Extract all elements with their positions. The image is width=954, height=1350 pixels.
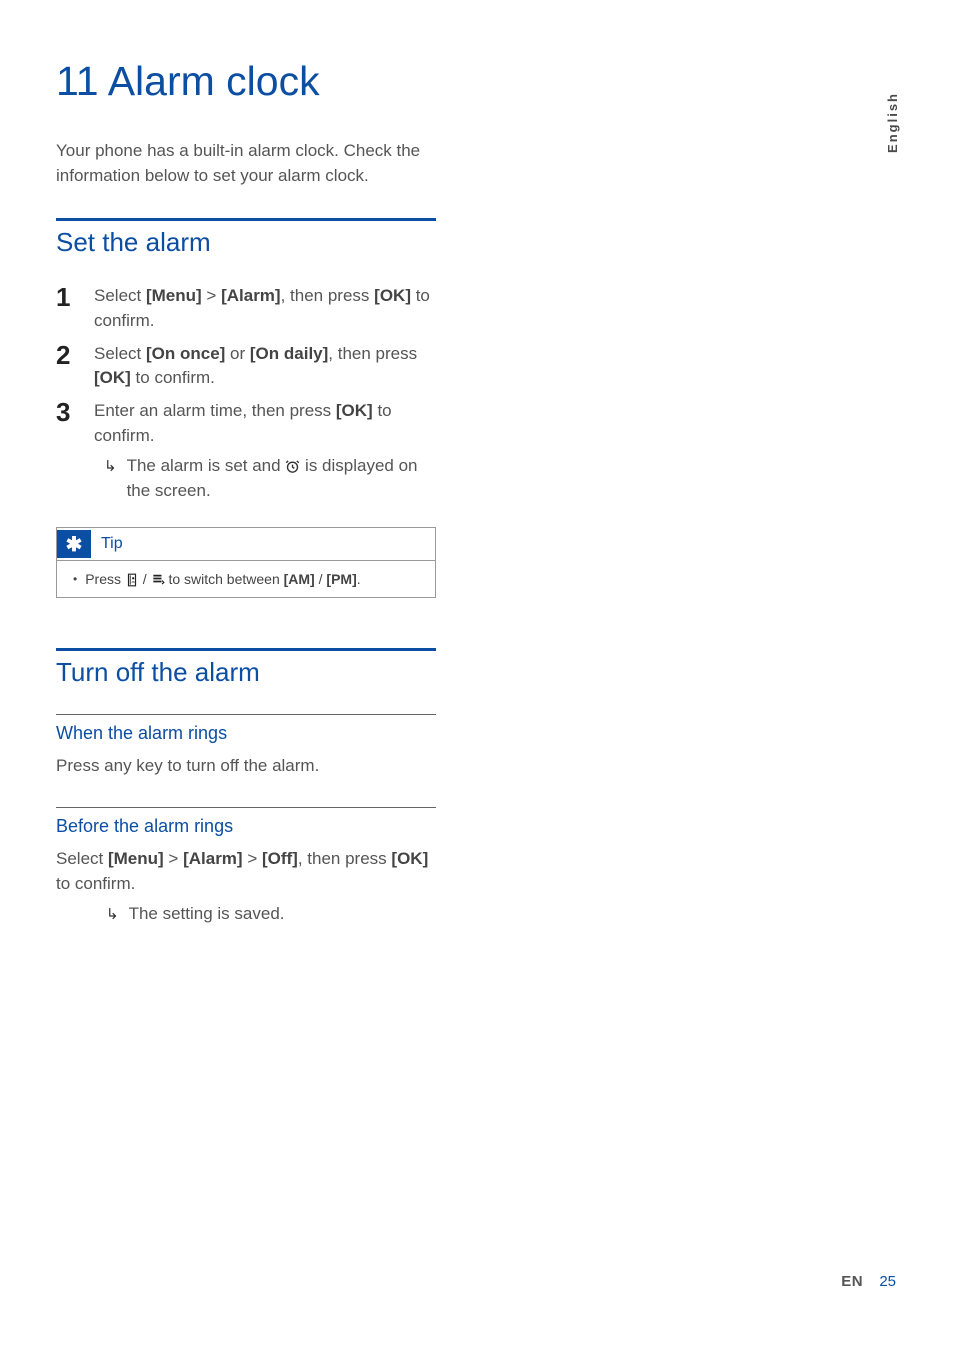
subsection-body: Press any key to turn off the alarm.	[56, 754, 436, 779]
section-divider	[56, 648, 436, 651]
text: to switch between	[165, 571, 284, 587]
result-arrow-icon: ↳	[106, 902, 119, 927]
ok-label: [OK]	[336, 401, 373, 420]
ok-label: [OK]	[374, 286, 411, 305]
content-column: 11 Alarm clock Your phone has a built-in…	[56, 60, 436, 927]
footer-lang: EN	[841, 1273, 863, 1290]
bullet-icon: •	[73, 572, 77, 586]
step-3: 3 Enter an alarm time, then press [OK] t…	[56, 399, 436, 504]
text: >	[202, 286, 221, 305]
section-divider	[56, 218, 436, 221]
subsection-body: Select [Menu] > [Alarm] > [Off], then pr…	[56, 847, 436, 896]
steps-list: 1 Select [Menu] > [Alarm], then press [O…	[56, 284, 436, 503]
step-body: Enter an alarm time, then press [OK] to …	[94, 399, 436, 504]
subsection-divider	[56, 807, 436, 808]
alarm-clock-icon	[285, 459, 300, 474]
text: Select	[94, 286, 146, 305]
menu-label: [Menu]	[146, 286, 202, 305]
text: or	[225, 344, 250, 363]
result-text: The setting is saved.	[129, 902, 436, 927]
on-daily-label: [On daily]	[250, 344, 328, 363]
text: The alarm is set and	[127, 456, 286, 475]
text: to confirm.	[131, 368, 215, 387]
language-tab: English	[885, 92, 900, 153]
menu-label: [Menu]	[108, 849, 164, 868]
text: Press	[85, 571, 125, 587]
intro-paragraph: Your phone has a built-in alarm clock. C…	[56, 139, 436, 188]
step-body: Select [Menu] > [Alarm], then press [OK]…	[94, 284, 436, 333]
phonebook-icon	[125, 573, 139, 587]
tip-callout: ✱ Tip • Press / to switch between [AM] /…	[56, 527, 436, 598]
subsection-before-rings: Before the alarm rings Select [Menu] > […	[56, 807, 436, 927]
result-text: The alarm is set and is displayed on the…	[127, 454, 436, 503]
footer-page-number: 25	[879, 1273, 896, 1290]
text: .	[357, 571, 361, 587]
subsection-when-rings: When the alarm rings Press any key to tu…	[56, 714, 436, 779]
step-number: 1	[56, 284, 76, 333]
redial-icon	[151, 573, 165, 587]
step-body: Select [On once] or [On daily], then pre…	[94, 342, 436, 391]
tip-body: • Press / to switch between [AM] / [PM].	[57, 561, 435, 597]
text: /	[315, 571, 327, 587]
page-footer: EN 25	[841, 1273, 896, 1290]
step-2: 2 Select [On once] or [On daily], then p…	[56, 342, 436, 391]
step-result: ↳ The alarm is set and is displayed on t…	[94, 454, 436, 503]
manual-page: English 11 Alarm clock Your phone has a …	[0, 0, 954, 1350]
subsection-title: When the alarm rings	[56, 723, 436, 744]
ok-label: [OK]	[94, 368, 131, 387]
step-result: ↳ The setting is saved.	[56, 902, 436, 927]
text: , then press	[298, 849, 392, 868]
text: >	[243, 849, 262, 868]
section-set-alarm-title: Set the alarm	[56, 227, 436, 258]
step-number: 3	[56, 399, 76, 504]
step-1: 1 Select [Menu] > [Alarm], then press [O…	[56, 284, 436, 333]
chapter-number: 11	[56, 58, 99, 104]
tip-label: Tip	[101, 535, 123, 553]
section-turn-off-title: Turn off the alarm	[56, 657, 436, 688]
text: Select	[94, 344, 146, 363]
off-label: [Off]	[262, 849, 298, 868]
text: >	[164, 849, 183, 868]
result-arrow-icon: ↳	[104, 454, 117, 503]
subsection-divider	[56, 714, 436, 715]
am-label: [AM]	[284, 571, 315, 587]
tip-text: Press / to switch between [AM] / [PM].	[85, 571, 360, 587]
on-once-label: [On once]	[146, 344, 225, 363]
chapter-title: 11 Alarm clock	[56, 60, 436, 103]
alarm-label: [Alarm]	[221, 286, 281, 305]
ok-label: [OK]	[391, 849, 428, 868]
text: Select	[56, 849, 108, 868]
pm-label: [PM]	[326, 571, 356, 587]
text: to confirm.	[56, 874, 135, 893]
tip-asterisk-icon: ✱	[57, 530, 91, 558]
chapter-name: Alarm clock	[108, 58, 320, 104]
tip-header: ✱ Tip	[57, 528, 435, 561]
subsection-title: Before the alarm rings	[56, 816, 436, 837]
step-number: 2	[56, 342, 76, 391]
text: , then press	[281, 286, 375, 305]
alarm-label: [Alarm]	[183, 849, 243, 868]
text: /	[139, 571, 151, 587]
text: , then press	[328, 344, 417, 363]
text: Enter an alarm time, then press	[94, 401, 336, 420]
